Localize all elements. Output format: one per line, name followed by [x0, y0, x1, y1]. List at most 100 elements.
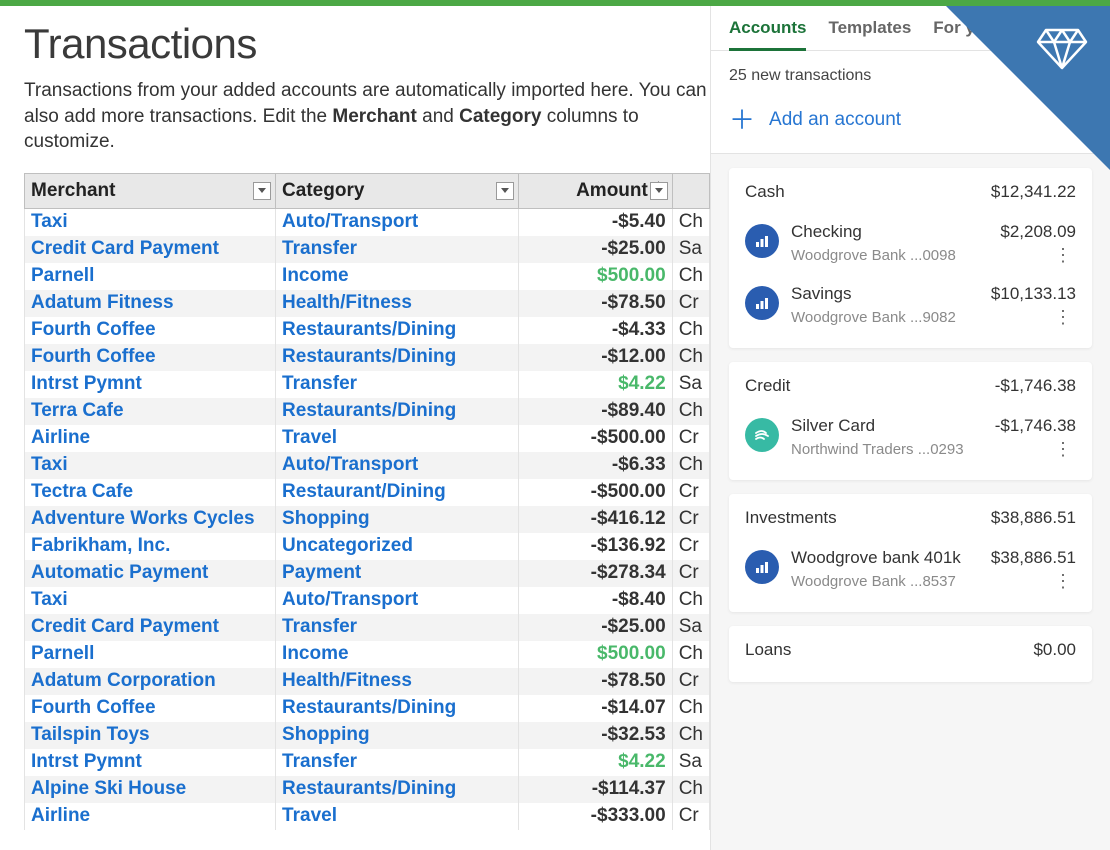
amount-cell: -$12.00: [519, 344, 672, 371]
amount-cell: -$78.50: [519, 290, 672, 317]
category-link[interactable]: Travel: [282, 805, 337, 826]
more-icon[interactable]: ⋮: [1050, 306, 1076, 328]
category-link[interactable]: Auto/Transport: [282, 589, 418, 610]
merchant-link[interactable]: Fourth Coffee: [31, 319, 156, 340]
account-cell-cut: Ch: [672, 263, 709, 290]
category-link[interactable]: Uncategorized: [282, 535, 413, 556]
merchant-link[interactable]: Tailspin Toys: [31, 724, 150, 745]
col-category[interactable]: Category: [276, 173, 519, 208]
category-link[interactable]: Restaurants/Dining: [282, 697, 456, 718]
account-group-card: Credit -$1,746.38 Silver Card -$1,746.38…: [729, 362, 1092, 480]
account-cell-cut: Cr: [672, 479, 709, 506]
category-link[interactable]: Transfer: [282, 238, 357, 259]
amount-cell: -$78.50: [519, 668, 672, 695]
account-cell-cut: Ch: [672, 398, 709, 425]
table-row: Parnell Income $500.00 Ch: [25, 263, 710, 290]
category-link[interactable]: Shopping: [282, 724, 370, 745]
merchant-link[interactable]: Terra Cafe: [31, 400, 124, 421]
merchant-link[interactable]: Taxi: [31, 589, 68, 610]
more-icon[interactable]: ⋮: [1050, 438, 1076, 460]
category-link[interactable]: Health/Fitness: [282, 670, 412, 691]
table-row: Airline Travel -$333.00 Cr: [25, 803, 710, 830]
group-header: Cash $12,341.22: [745, 182, 1076, 202]
more-icon[interactable]: ⋮: [1050, 244, 1076, 266]
category-link[interactable]: Restaurants/Dining: [282, 778, 456, 799]
account-sub: Woodgrove Bank ...9082: [791, 309, 956, 326]
merchant-link[interactable]: Adatum Fitness: [31, 292, 174, 313]
merchant-link[interactable]: Fabrikham, Inc.: [31, 535, 170, 556]
account-cell-cut: Cr: [672, 668, 709, 695]
account-icon: [745, 286, 779, 320]
diamond-icon: [1036, 28, 1088, 70]
account-cell-cut: Ch: [672, 776, 709, 803]
amount-cell: -$8.40: [519, 587, 672, 614]
account-item[interactable]: Savings $10,133.13 Woodgrove Bank ...908…: [745, 276, 1076, 338]
account-group-card: Investments $38,886.51 Woodgrove bank 40…: [729, 494, 1092, 612]
merchant-link[interactable]: Fourth Coffee: [31, 697, 156, 718]
category-link[interactable]: Transfer: [282, 751, 357, 772]
merchant-link[interactable]: Credit Card Payment: [31, 616, 219, 637]
merchant-link[interactable]: Credit Card Payment: [31, 238, 219, 259]
category-link[interactable]: Payment: [282, 562, 361, 583]
group-label: Credit: [745, 376, 790, 396]
category-link[interactable]: Income: [282, 643, 349, 664]
category-link[interactable]: Shopping: [282, 508, 370, 529]
merchant-link[interactable]: Intrst Pymnt: [31, 373, 142, 394]
category-link[interactable]: Restaurants/Dining: [282, 319, 456, 340]
merchant-link[interactable]: Airline: [31, 427, 90, 448]
group-total: -$1,746.38: [995, 376, 1076, 396]
category-link[interactable]: Transfer: [282, 373, 357, 394]
category-link[interactable]: Restaurants/Dining: [282, 346, 456, 367]
account-cell-cut: Ch: [672, 695, 709, 722]
merchant-link[interactable]: Adventure Works Cycles: [31, 508, 255, 529]
account-item[interactable]: Woodgrove bank 401k $38,886.51 Woodgrove…: [745, 540, 1076, 602]
account-item[interactable]: Checking $2,208.09 Woodgrove Bank ...009…: [745, 214, 1076, 276]
account-cell-cut: Cr: [672, 803, 709, 830]
tab-accounts[interactable]: Accounts: [729, 18, 806, 51]
col-label: Category: [282, 180, 364, 201]
account-cell-cut: Cr: [672, 506, 709, 533]
merchant-link[interactable]: Tectra Cafe: [31, 481, 133, 502]
account-balance: $2,208.09: [1000, 222, 1076, 242]
category-link[interactable]: Income: [282, 265, 349, 286]
table-row: Tailspin Toys Shopping -$32.53 Ch: [25, 722, 710, 749]
merchant-link[interactable]: Fourth Coffee: [31, 346, 156, 367]
merchant-link[interactable]: Parnell: [31, 643, 94, 664]
col-account-cut: [672, 173, 709, 208]
account-groups: Cash $12,341.22 Checking $2,208.09 Woodg…: [711, 154, 1110, 696]
amount-cell: -$25.00: [519, 614, 672, 641]
merchant-link[interactable]: Airline: [31, 805, 90, 826]
transactions-table: Merchant Category Amount $: [24, 173, 710, 830]
merchant-link[interactable]: Taxi: [31, 211, 68, 232]
account-sub: Woodgrove Bank ...0098: [791, 247, 956, 264]
group-header: Credit -$1,746.38: [745, 376, 1076, 396]
merchant-link[interactable]: Adatum Corporation: [31, 670, 216, 691]
page-description: Transactions from your added accounts ar…: [24, 78, 710, 155]
plus-icon: ＋: [729, 107, 755, 133]
more-icon[interactable]: ⋮: [1050, 570, 1076, 592]
account-name: Silver Card: [791, 416, 875, 436]
category-link[interactable]: Health/Fitness: [282, 292, 412, 313]
merchant-link[interactable]: Parnell: [31, 265, 94, 286]
category-link[interactable]: Auto/Transport: [282, 211, 418, 232]
table-row: Fabrikham, Inc. Uncategorized -$136.92 C…: [25, 533, 710, 560]
filter-dropdown-icon[interactable]: [650, 182, 668, 200]
category-link[interactable]: Transfer: [282, 616, 357, 637]
table-row: Adatum Corporation Health/Fitness -$78.5…: [25, 668, 710, 695]
col-merchant[interactable]: Merchant: [25, 173, 276, 208]
category-link[interactable]: Restaurant/Dining: [282, 481, 446, 502]
merchant-link[interactable]: Automatic Payment: [31, 562, 208, 583]
filter-dropdown-icon[interactable]: [496, 182, 514, 200]
col-amount[interactable]: Amount $: [519, 173, 672, 208]
filter-dropdown-icon[interactable]: [253, 182, 271, 200]
category-link[interactable]: Travel: [282, 427, 337, 448]
amount-cell: -$14.07: [519, 695, 672, 722]
account-sub: Northwind Traders ...0293: [791, 441, 964, 458]
category-link[interactable]: Restaurants/Dining: [282, 400, 456, 421]
merchant-link[interactable]: Intrst Pymnt: [31, 751, 142, 772]
merchant-link[interactable]: Taxi: [31, 454, 68, 475]
account-item[interactable]: Silver Card -$1,746.38 Northwind Traders…: [745, 408, 1076, 470]
category-link[interactable]: Auto/Transport: [282, 454, 418, 475]
tab-templates[interactable]: Templates: [828, 18, 911, 50]
merchant-link[interactable]: Alpine Ski House: [31, 778, 186, 799]
